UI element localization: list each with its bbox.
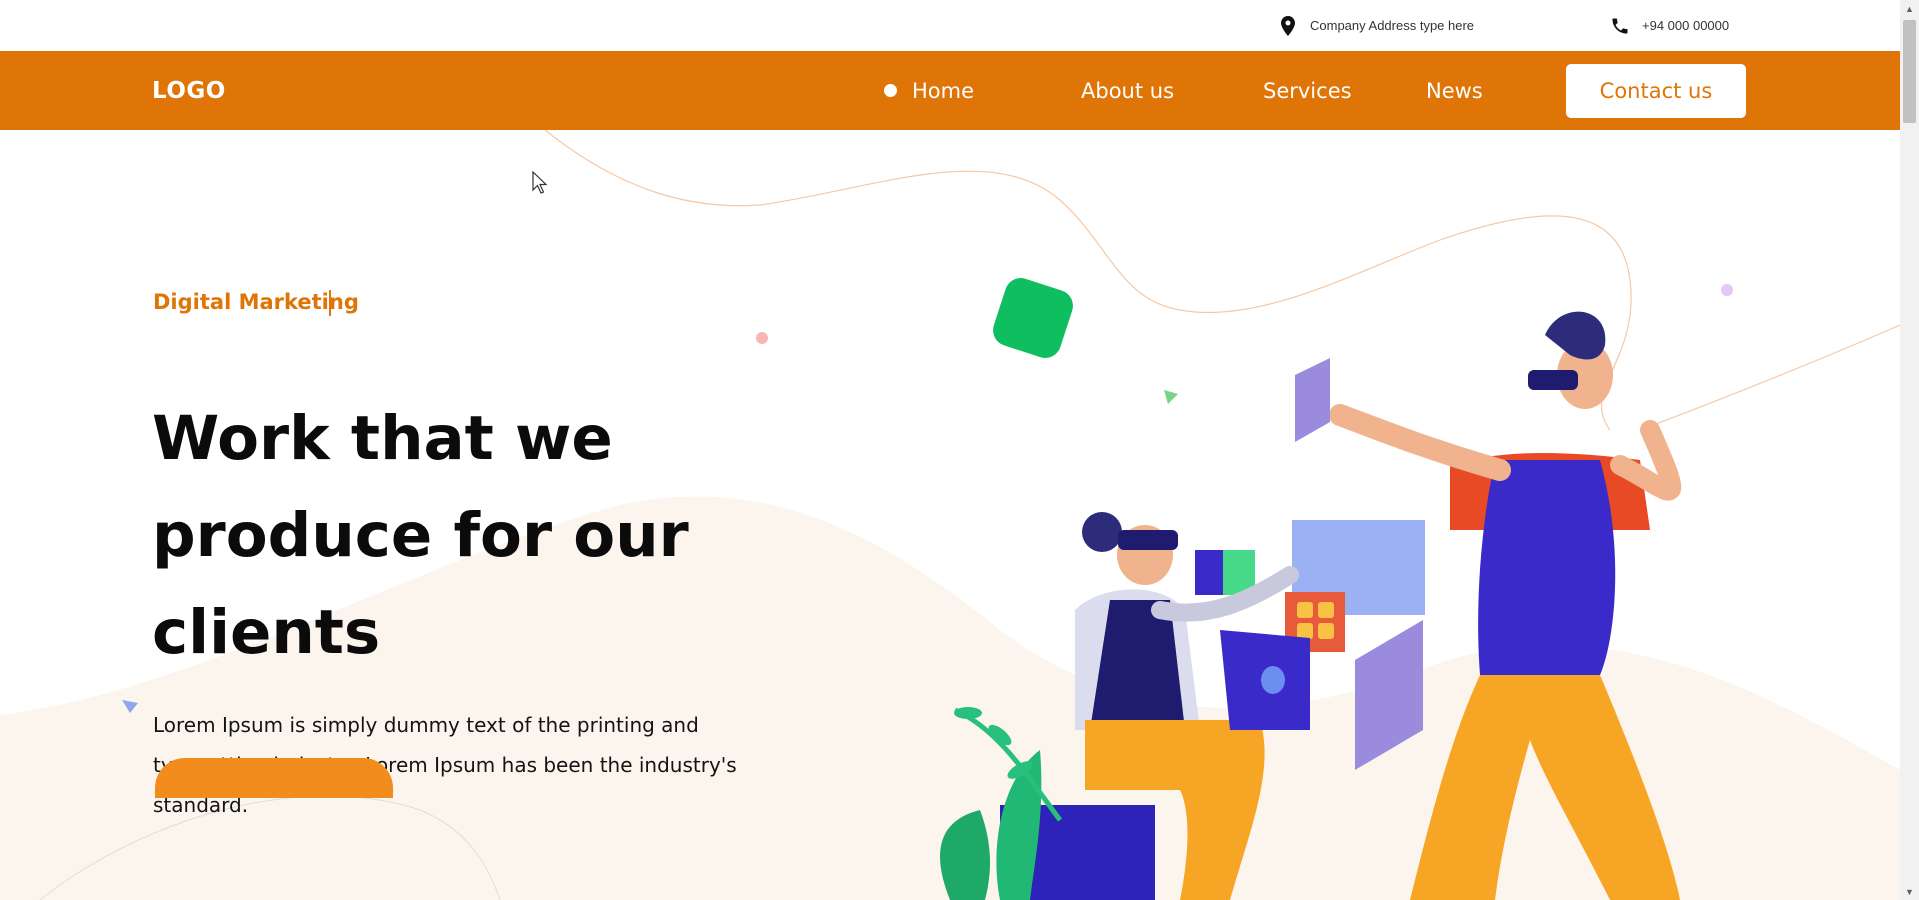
hero-cta-button[interactable] [155,758,393,798]
contact-us-button[interactable]: Contact us [1566,64,1746,118]
hero-headline: Work that we produce for our clients [152,390,852,681]
hero-eyebrow: Digital Marketing [153,290,359,314]
nav-item-label: News [1426,78,1483,103]
location-pin-icon [1278,15,1298,36]
nav-item-home[interactable]: Home [884,51,974,130]
text-caret [329,290,331,316]
company-phone: +94 000 00000 [1610,0,1729,51]
nav-item-about-us[interactable]: About us [1081,51,1174,130]
nav-item-label: Services [1263,78,1352,103]
phone-text: +94 000 00000 [1642,18,1730,33]
top-info-bar: Company Address type here +94 000 00000 [0,0,1900,51]
headline-line: produce for our [152,500,689,571]
headline-line: clients [152,597,381,668]
nav-item-services[interactable]: Services [1263,51,1352,130]
mouse-cursor-icon [532,171,548,194]
vertical-scrollbar[interactable]: ▲ ▼ [1900,0,1919,900]
active-indicator-dot [884,84,897,97]
scroll-up-arrow-icon[interactable]: ▲ [1900,0,1919,17]
site-logo[interactable]: LOGO [152,51,226,130]
scrollbar-thumb[interactable] [1903,20,1916,123]
green-square-shape [993,278,1073,358]
phone-icon [1610,16,1630,36]
address-text: Company Address type here [1310,18,1475,33]
company-address: Company Address type here [1278,0,1474,51]
scroll-down-arrow-icon[interactable]: ▼ [1900,883,1919,900]
headline-line: Work that we [152,403,613,474]
nav-item-label: About us [1081,78,1175,103]
main-navbar: LOGO Home About us Services News Contact… [0,51,1900,130]
nav-item-label: Home [912,78,975,103]
nav-item-news[interactable]: News [1426,51,1483,130]
